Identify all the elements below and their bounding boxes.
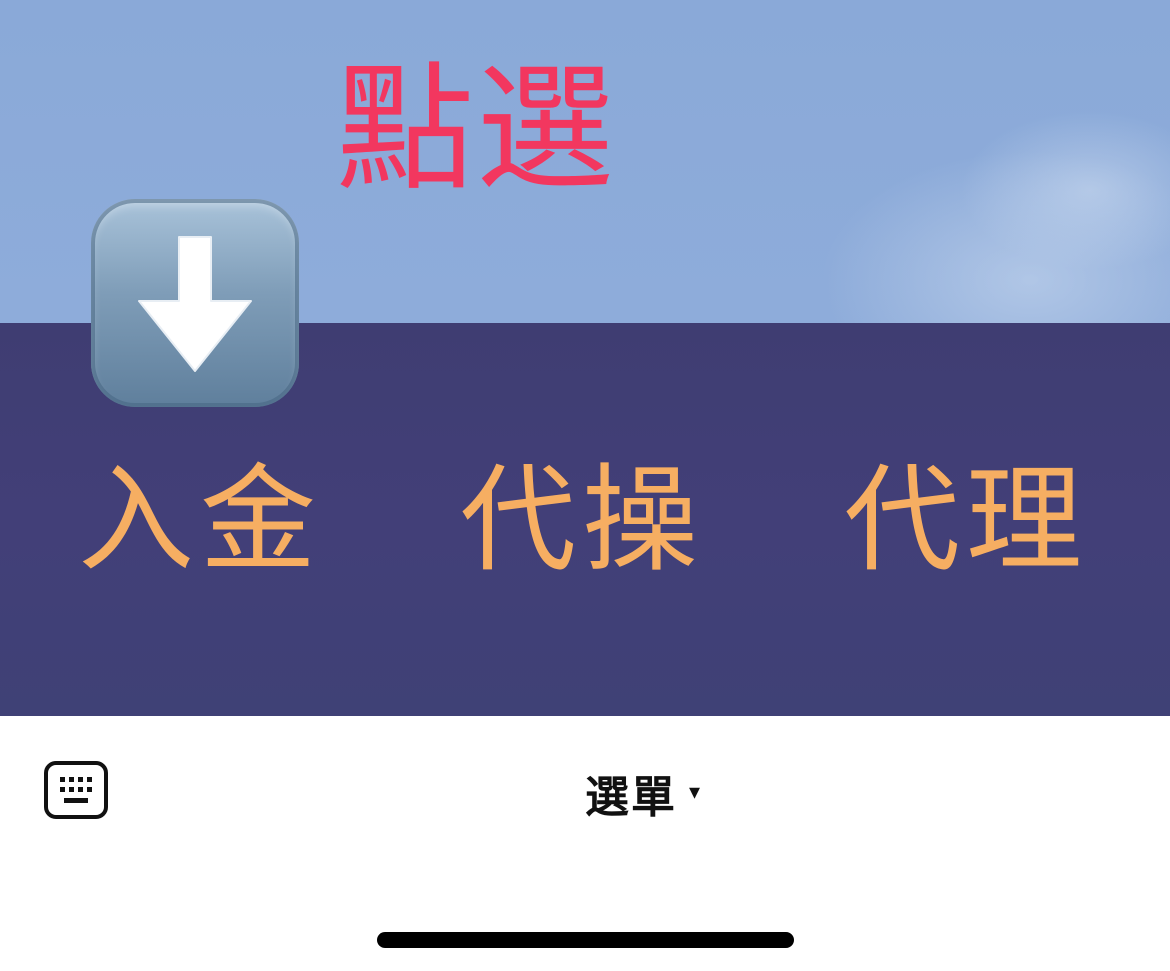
- line-chat-screen: 點選 入金 代操 代理 選單 ▾: [0, 0, 1170, 971]
- rich-menu-item-agent[interactable]: 代理: [844, 456, 1088, 586]
- keyboard-toggle-button[interactable]: [44, 761, 108, 819]
- rich-menu-toggle-label: 選單: [585, 772, 677, 823]
- caret-down-icon: ▾: [689, 780, 701, 805]
- rich-menu-toggle-button[interactable]: 選單 ▾: [585, 764, 701, 823]
- tap-annotation-text: 點選: [336, 49, 617, 210]
- rich-menu-item-deposit[interactable]: 入金: [78, 456, 322, 586]
- keyboard-icon: [44, 761, 108, 819]
- home-indicator[interactable]: [377, 932, 794, 948]
- rich-menu-item-managed-trading[interactable]: 代操: [460, 456, 704, 586]
- chat-input-bar: 選單 ▾: [0, 716, 1170, 971]
- down-arrow-icon: [91, 199, 299, 407]
